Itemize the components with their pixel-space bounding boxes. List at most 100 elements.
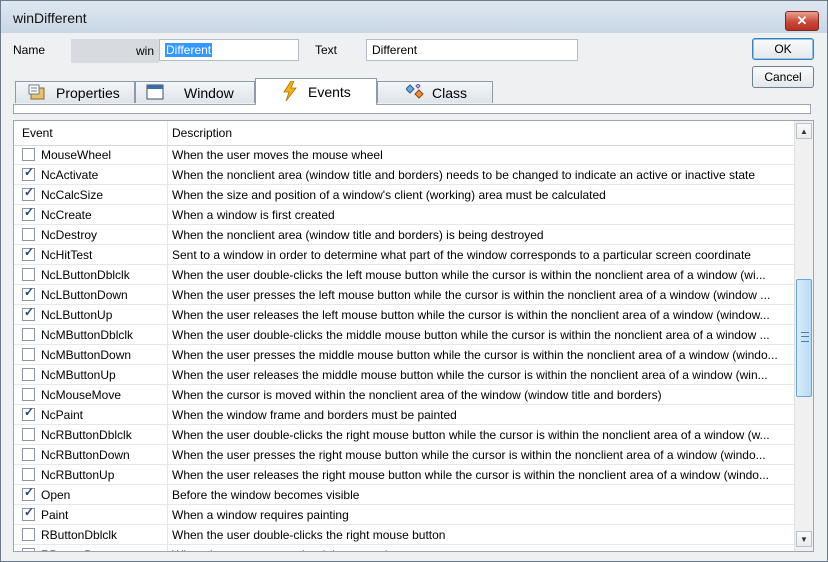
event-checkbox[interactable]: ✓ xyxy=(22,185,35,201)
tab-events-label: Events xyxy=(308,84,351,100)
event-name: RButtonDblclk xyxy=(41,528,118,542)
tab-events[interactable]: Events xyxy=(255,78,377,105)
event-name: MouseWheel xyxy=(41,148,112,162)
table-row[interactable]: ✓ NcLButtonUp When the user releases the l… xyxy=(14,305,794,325)
event-checkbox[interactable] xyxy=(22,448,35,461)
event-description: When the user double-clicks the middle m… xyxy=(172,328,770,342)
events-grid: Event Description MouseWheel When the use… xyxy=(13,120,814,552)
event-name: NcRButtonUp xyxy=(41,468,115,482)
table-row[interactable]: RButtonDblclk When the user double-clicks… xyxy=(14,525,794,545)
table-row[interactable]: NcDestroy When the nonclient area (window… xyxy=(14,225,794,245)
checkmark-icon: ✓ xyxy=(24,405,35,419)
event-checkbox[interactable]: ✓ xyxy=(22,405,35,421)
event-description: When the cursor is moved within the nonc… xyxy=(172,388,662,402)
event-description: When the nonclient area (window title an… xyxy=(172,228,544,242)
table-row[interactable]: MouseWheel When the user moves the mouse … xyxy=(14,145,794,165)
event-checkbox[interactable]: ✓ xyxy=(22,305,35,321)
event-name: NcCreate xyxy=(41,208,92,222)
checkmark-icon: ✓ xyxy=(24,305,35,319)
event-name: NcLButtonDblclk xyxy=(41,268,130,282)
scroll-up-button[interactable]: ▲ xyxy=(796,123,812,139)
grid-header: Event Description xyxy=(14,121,794,146)
event-checkbox[interactable]: ✓ xyxy=(22,165,35,181)
checkmark-icon: ✓ xyxy=(24,245,35,259)
vertical-scrollbar[interactable]: ▲ ▼ xyxy=(794,121,813,551)
tab-class-label: Class xyxy=(432,85,468,101)
scroll-thumb[interactable] xyxy=(796,279,812,397)
event-checkbox[interactable]: ✓ xyxy=(22,285,35,301)
event-checkbox[interactable] xyxy=(22,148,35,161)
ok-button[interactable]: OK xyxy=(752,38,814,60)
name-prefix-box: win xyxy=(71,39,159,63)
table-row[interactable]: NcLButtonDblclk When the user double-clic… xyxy=(14,265,794,285)
checkmark-icon: ✓ xyxy=(24,285,35,299)
event-description: When the user presses the right mouse bu… xyxy=(172,548,786,551)
table-row[interactable]: NcRButtonDblclk When the user double-clic… xyxy=(14,425,794,445)
event-name: NcCalcSize xyxy=(41,188,104,202)
event-description: When the user releases the left mouse bu… xyxy=(172,308,770,322)
event-checkbox[interactable]: ✓ xyxy=(22,205,35,221)
table-row[interactable]: NcMouseMove When the cursor is moved with… xyxy=(14,385,794,405)
event-name: Open xyxy=(41,488,71,502)
name-input[interactable]: Different xyxy=(159,39,299,61)
column-header-description[interactable]: Description xyxy=(172,126,232,140)
table-row[interactable]: NcRButtonDown When the user presses the r… xyxy=(14,445,794,465)
table-row[interactable]: ✓ NcHitTest Sent to a window in order to d… xyxy=(14,245,794,265)
table-row[interactable]: ✓ NcCalcSize When the size and position of… xyxy=(14,185,794,205)
event-description: When the user moves the mouse wheel xyxy=(172,148,383,162)
table-row[interactable]: NcMButtonDblclk When the user double-clic… xyxy=(14,325,794,345)
tab-window[interactable]: Window xyxy=(135,81,255,103)
event-name: NcMButtonUp xyxy=(41,368,116,382)
event-checkbox[interactable]: ✓ xyxy=(22,485,35,501)
table-row[interactable]: NcMButtonUp When the user releases the mi… xyxy=(14,365,794,385)
event-description: When the user presses the left mouse but… xyxy=(172,288,771,302)
event-name: NcLButtonUp xyxy=(41,308,113,322)
event-checkbox[interactable]: ✓ xyxy=(22,505,35,521)
table-row[interactable]: ✓ Open Before the window becomes visible xyxy=(14,485,794,505)
event-checkbox[interactable]: ✓ xyxy=(22,245,35,261)
column-header-event[interactable]: Event xyxy=(22,126,53,140)
name-prefix: win xyxy=(135,44,154,58)
event-name: NcHitTest xyxy=(41,248,93,262)
table-row[interactable]: RButtonDown When the user presses the rig… xyxy=(14,545,794,551)
event-description: When a window requires painting xyxy=(172,508,349,522)
event-checkbox[interactable] xyxy=(22,268,35,281)
table-row[interactable]: ✓ NcLButtonDown When the user presses the … xyxy=(14,285,794,305)
tab-class[interactable]: Class xyxy=(377,81,493,103)
event-checkbox[interactable] xyxy=(22,388,35,401)
event-description: When the user presses the middle mouse b… xyxy=(172,348,778,362)
table-row[interactable]: NcMButtonDown When the user presses the m… xyxy=(14,345,794,365)
table-row[interactable]: ✓ NcPaint When the window frame and border… xyxy=(14,405,794,425)
checkmark-icon: ✓ xyxy=(24,165,35,179)
grip-icon xyxy=(801,332,809,342)
event-checkbox[interactable] xyxy=(22,368,35,381)
table-row[interactable]: ✓ NcCreate When a window is first created xyxy=(14,205,794,225)
event-checkbox[interactable] xyxy=(22,228,35,241)
table-row[interactable]: ✓ NcActivate When the nonclient area (wind… xyxy=(14,165,794,185)
event-checkbox[interactable] xyxy=(22,528,35,541)
event-checkbox[interactable] xyxy=(22,468,35,481)
tab-panel-strip xyxy=(13,104,811,114)
event-name: Paint xyxy=(41,508,69,522)
tab-properties-label: Properties xyxy=(56,85,120,101)
event-name: NcDestroy xyxy=(41,228,98,242)
table-row[interactable]: NcRButtonUp When the user releases the ri… xyxy=(14,465,794,485)
checkmark-icon: ✓ xyxy=(24,205,35,219)
title-bar[interactable]: winDifferent ✕ xyxy=(1,1,827,33)
event-description: When the user releases the right mouse b… xyxy=(172,468,769,482)
scroll-down-button[interactable]: ▼ xyxy=(796,531,812,547)
table-row[interactable]: ✓ Paint When a window requires painting xyxy=(14,505,794,525)
event-description: Before the window becomes visible xyxy=(172,488,360,502)
event-checkbox[interactable] xyxy=(22,548,35,551)
close-button[interactable]: ✕ xyxy=(785,11,819,31)
tab-properties[interactable]: Properties xyxy=(15,81,135,103)
event-description: When the user presses the right mouse bu… xyxy=(172,448,766,462)
event-checkbox[interactable] xyxy=(22,428,35,441)
text-input[interactable]: Different xyxy=(366,39,578,61)
event-checkbox[interactable] xyxy=(22,348,35,361)
cancel-button[interactable]: Cancel xyxy=(752,66,814,88)
event-checkbox[interactable] xyxy=(22,328,35,341)
event-description: When the size and position of a window's… xyxy=(172,188,606,202)
window-icon xyxy=(146,84,164,100)
event-name: NcRButtonDblclk xyxy=(41,428,132,442)
